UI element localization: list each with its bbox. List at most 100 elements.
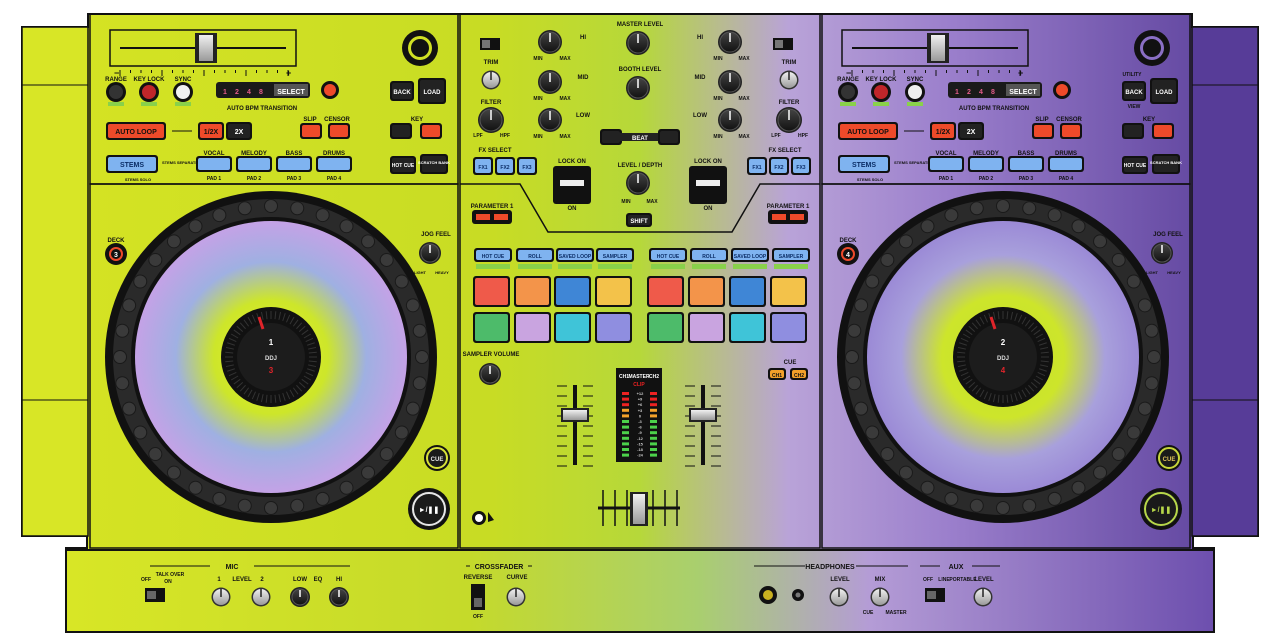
performance-pad-top-8[interactable] — [770, 276, 807, 307]
channel-fader-ch1[interactable] — [561, 408, 589, 422]
performance-pad-top-6[interactable] — [688, 276, 725, 307]
vocal-button[interactable] — [928, 156, 964, 172]
label: MAX — [559, 96, 571, 102]
jog-wheel[interactable]: 1 DDJ 3 — [105, 191, 437, 523]
label: MIC — [226, 564, 239, 571]
performance-pad-bottom-4[interactable] — [595, 312, 632, 343]
key-minus-button[interactable] — [1122, 123, 1144, 139]
sync-button[interactable] — [905, 82, 925, 102]
key-lock-button[interactable] — [139, 82, 159, 102]
play-label: ►/❚❚ — [419, 506, 440, 514]
range-button[interactable] — [106, 82, 126, 102]
label: HI — [580, 35, 586, 41]
key-plus-button[interactable] — [420, 123, 442, 139]
aux-level-knob[interactable] — [973, 587, 993, 607]
beat-select-strip[interactable]: 1 2 4 8 SELECT — [216, 82, 310, 98]
slip-button[interactable] — [1032, 123, 1054, 139]
mic-eq-low-knob[interactable] — [290, 587, 310, 607]
performance-pad-bottom-5[interactable] — [647, 312, 684, 343]
mic1-level-knob[interactable] — [211, 587, 231, 607]
censor-button[interactable] — [328, 123, 350, 139]
bass-button[interactable] — [276, 156, 312, 172]
performance-pad-bottom-2[interactable] — [514, 312, 551, 343]
performance-pad-bottom-8[interactable] — [770, 312, 807, 343]
beat-select-strip[interactable]: 1 2 4 8 SELECT — [948, 82, 1042, 98]
drums-button[interactable] — [1048, 156, 1084, 172]
performance-pad-top-3[interactable] — [554, 276, 591, 307]
performance-pad-bottom-1[interactable] — [473, 312, 510, 343]
sync-button[interactable] — [173, 82, 193, 102]
performance-pad-bottom-3[interactable] — [554, 312, 591, 343]
level-meter: CH1 MASTER CH2CLIP+12+9+6+30-3-6-9-12-15-1… — [616, 368, 662, 462]
input-switch-ch1[interactable] — [480, 38, 500, 50]
aux-input-switch[interactable] — [925, 588, 945, 602]
level-depth-knob[interactable] — [626, 171, 650, 195]
sampler-volume-knob[interactable] — [479, 363, 501, 385]
mic2-level-knob[interactable] — [251, 587, 271, 607]
beat-8: 8 — [991, 89, 995, 96]
label: MID — [578, 75, 590, 81]
crossfader-curve-knob[interactable] — [506, 587, 526, 607]
key-plus-button[interactable] — [1152, 123, 1174, 139]
label: SCRATCH BANK — [418, 160, 450, 165]
label: HEAVY — [1167, 270, 1181, 275]
range-button[interactable] — [838, 82, 858, 102]
performance-pad-top-7[interactable] — [729, 276, 766, 307]
performance-pad-top-1[interactable] — [473, 276, 510, 307]
meter-label: CH2 — [649, 374, 659, 380]
performance-pad-top-5[interactable] — [647, 276, 684, 307]
jog-feel-knob[interactable] — [1151, 242, 1173, 264]
tempo-slider[interactable] — [927, 33, 949, 63]
master-level-knob[interactable] — [626, 31, 650, 55]
browse-knob[interactable] — [1134, 30, 1170, 66]
mic-eq-hi-knob[interactable] — [329, 587, 349, 607]
pad-label: PAD 4 — [327, 176, 342, 182]
drums-button[interactable] — [316, 156, 352, 172]
label: FX SELECT — [478, 148, 511, 154]
bass-button[interactable] — [1008, 156, 1044, 172]
pad-label: PAD 1 — [939, 176, 954, 182]
mid-knob-ch1[interactable] — [538, 70, 562, 94]
performance-pad-top-2[interactable] — [514, 276, 551, 307]
meter-scale: +3 — [638, 408, 643, 413]
auto-bpm-button[interactable] — [1053, 81, 1071, 99]
performance-pad-bottom-6[interactable] — [688, 312, 725, 343]
beat-left-button[interactable] — [600, 129, 622, 145]
vocal-button[interactable] — [196, 156, 232, 172]
browse-knob[interactable] — [402, 30, 438, 66]
trim-knob-ch2[interactable] — [779, 70, 799, 90]
beat-right-button[interactable] — [658, 129, 680, 145]
label: HI — [336, 577, 342, 583]
low-knob-ch1[interactable] — [538, 108, 562, 132]
performance-pad-top-4[interactable] — [595, 276, 632, 307]
headphones-mix-knob[interactable] — [870, 587, 890, 607]
jog-feel-knob[interactable] — [419, 242, 441, 264]
melody-button[interactable] — [968, 156, 1004, 172]
low-knob-ch2[interactable] — [718, 108, 742, 132]
censor-button[interactable] — [1060, 123, 1082, 139]
auto-bpm-button[interactable] — [321, 81, 339, 99]
filter-knob-ch1[interactable] — [478, 107, 504, 133]
headphones-level-knob[interactable] — [829, 587, 849, 607]
hi-knob-ch1[interactable] — [538, 30, 562, 54]
melody-button[interactable] — [236, 156, 272, 172]
filter-knob-ch2[interactable] — [776, 107, 802, 133]
booth-level-knob[interactable] — [626, 76, 650, 100]
mid-knob-ch2[interactable] — [718, 70, 742, 94]
mic-switch[interactable] — [145, 588, 165, 602]
label: LPF — [473, 133, 482, 139]
performance-pad-bottom-7[interactable] — [729, 312, 766, 343]
key-lock-button[interactable] — [871, 82, 891, 102]
trim-knob-ch1[interactable] — [481, 70, 501, 90]
input-switch-ch2[interactable] — [773, 38, 793, 50]
tempo-slider[interactable] — [195, 33, 217, 63]
label: CURVE — [507, 575, 528, 581]
crossfader-reverse-switch[interactable] — [471, 584, 485, 610]
key-minus-button[interactable] — [390, 123, 412, 139]
slip-button[interactable] — [300, 123, 322, 139]
label: MIX — [875, 577, 886, 583]
hi-knob-ch2[interactable] — [718, 30, 742, 54]
jog-wheel[interactable]: 2 DDJ 4 — [837, 191, 1169, 523]
channel-fader-ch2[interactable] — [689, 408, 717, 422]
crossfader[interactable] — [630, 492, 648, 526]
